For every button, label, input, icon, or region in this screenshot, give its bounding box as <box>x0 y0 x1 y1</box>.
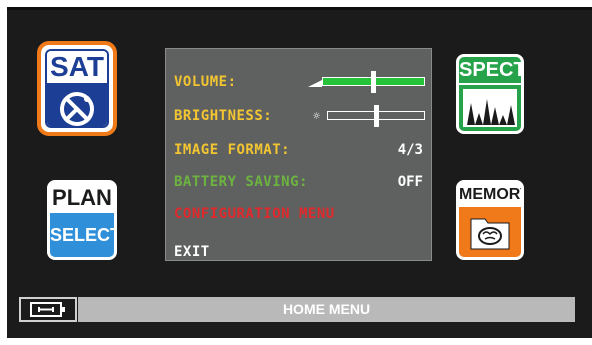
battery-indicator <box>19 297 77 322</box>
sat-tile-inner: SAT <box>45 49 109 128</box>
spect-tile[interactable]: SPECT <box>456 54 524 134</box>
satellite-dish-icon <box>60 92 94 126</box>
spect-tile-art <box>459 85 521 131</box>
status-bar-title: HOME MENU <box>78 297 575 322</box>
spectrum-icon <box>463 89 517 127</box>
screen-top-border <box>7 7 592 10</box>
memory-tile[interactable]: MEMORY <box>456 180 524 260</box>
select-tile-label: SELECT <box>50 213 114 257</box>
image-format-value: 4/3 <box>397 142 423 158</box>
volume-ramp-icon <box>308 80 322 87</box>
volume-label: VOLUME: <box>174 74 237 90</box>
sat-tile[interactable]: SAT <box>37 41 117 136</box>
battery-icon <box>30 302 65 317</box>
spect-tile-label: SPECT <box>459 57 521 85</box>
brightness-knob[interactable] <box>373 105 379 127</box>
volume-slider[interactable] <box>308 71 425 93</box>
image-format-label: IMAGE FORMAT: <box>174 142 291 158</box>
menu-item-configuration[interactable]: CONFIGURATION MENU <box>174 203 423 225</box>
configuration-menu-label: CONFIGURATION MENU <box>174 206 335 222</box>
menu-item-volume[interactable]: VOLUME: <box>174 71 425 93</box>
brightness-label: BRIGHTNESS: <box>174 108 273 124</box>
menu-item-exit[interactable]: EXIT <box>174 241 423 263</box>
sat-tile-art <box>47 83 107 126</box>
memory-tile-art <box>459 207 521 257</box>
battery-saving-value: OFF <box>397 174 423 190</box>
memory-tile-label: MEMORY <box>459 183 521 207</box>
menu-item-brightness[interactable]: BRIGHTNESS: ☼ <box>174 105 425 127</box>
volume-knob[interactable] <box>371 71 376 93</box>
brightness-slider[interactable]: ☼ <box>313 105 425 127</box>
sun-icon: ☼ <box>313 109 321 123</box>
menu-item-image-format[interactable]: IMAGE FORMAT: 4/3 <box>174 139 423 161</box>
menu-item-battery-saving[interactable]: BATTERY SAVING: OFF <box>174 171 423 193</box>
brain-folder-icon <box>470 218 510 250</box>
home-menu-panel: VOLUME: BRIGHTNESS: ☼ IMAGE FORMAT: 4/3 … <box>165 48 432 261</box>
plan-select-tile[interactable]: PLAN SELECT <box>47 180 117 260</box>
battery-saving-label: BATTERY SAVING: <box>174 174 308 190</box>
sat-tile-label: SAT <box>47 51 107 83</box>
exit-label: EXIT <box>174 244 210 260</box>
plan-tile-label: PLAN <box>50 183 114 213</box>
